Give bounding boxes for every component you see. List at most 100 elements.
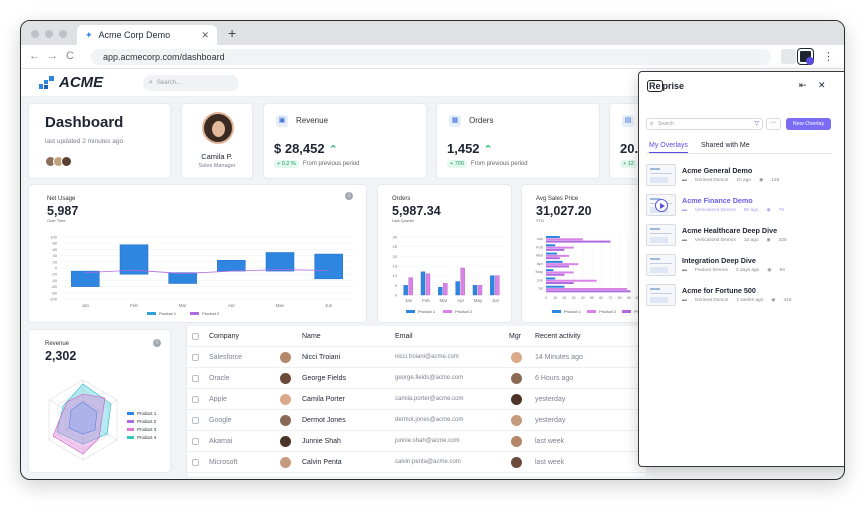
demo-list-item[interactable]: Acme General Demo ▬ General Demos 1h ago ◉ 12…	[646, 164, 836, 190]
row-checkbox[interactable]	[192, 417, 199, 424]
demo-thumbnail[interactable]	[646, 284, 676, 306]
legend-item: Product 2	[190, 311, 219, 316]
new-overlay-button[interactable]: New Overlay	[786, 118, 831, 130]
close-tab-icon[interactable]: ✕	[201, 30, 209, 41]
email-cell[interactable]: calvin.penta@acme.com	[395, 452, 461, 473]
demo-thumbnail[interactable]	[646, 194, 676, 216]
close-panel-icon[interactable]: ✕	[818, 80, 826, 91]
manager-avatar[interactable]	[511, 436, 522, 447]
name-cell[interactable]: Dermot Jones	[302, 410, 346, 431]
avatar[interactable]	[280, 457, 291, 468]
company-cell: Akamai	[209, 438, 233, 445]
column-header[interactable]: Recent activity	[535, 326, 581, 347]
manager-avatar[interactable]	[511, 352, 522, 363]
profile-avatar[interactable]	[202, 112, 234, 144]
column-header[interactable]: Name	[302, 326, 321, 347]
overlay-search-input[interactable]: ⌕ Search ▽	[646, 118, 763, 130]
tab-shared-with-me[interactable]: Shared with Me	[701, 142, 750, 149]
row-checkbox[interactable]	[192, 459, 199, 466]
last-updated-text: last updated 2 minutes ago	[45, 138, 124, 145]
email-cell[interactable]: george.fields@acme.com	[395, 368, 463, 389]
avatar[interactable]	[280, 394, 291, 405]
legend-item: Product 3	[127, 426, 156, 434]
acme-logo[interactable]: ACME	[39, 74, 103, 91]
forward-icon[interactable]: →	[47, 50, 58, 62]
avatar[interactable]	[280, 436, 291, 447]
row-checkbox[interactable]	[192, 396, 199, 403]
bar	[546, 269, 554, 272]
dock-left-icon[interactable]: ⇤	[799, 80, 807, 91]
demo-thumbnail[interactable]	[646, 254, 676, 276]
demo-list-item[interactable]: Acme for Fortune 500 ▬ General Demos 1 week…	[646, 284, 836, 310]
table-row[interactable]: Oracle George Fields george.fields@acme.co…	[187, 368, 646, 389]
email-cell[interactable]: junnie.shah@acme.com	[395, 431, 459, 452]
column-header[interactable]: Company	[209, 326, 239, 347]
x-tick-label: Feb	[422, 298, 430, 303]
back-icon[interactable]: ←	[29, 50, 40, 62]
extension-icon[interactable]	[781, 49, 796, 64]
reload-icon[interactable]: C	[66, 50, 74, 62]
column-header[interactable]: Email	[395, 326, 413, 347]
table-row[interactable]: Google Dermot Jones dermot.jones@acme.com y…	[187, 410, 646, 431]
row-checkbox[interactable]	[192, 375, 199, 382]
avatar[interactable]	[61, 156, 72, 167]
folder-icon: ▬	[682, 208, 687, 213]
avatar[interactable]	[280, 415, 291, 426]
column-header[interactable]: Mgr	[509, 326, 521, 347]
name-cell[interactable]: Nicci Troiani	[302, 347, 340, 368]
close-window-button[interactable]	[31, 30, 39, 38]
kpi-footer: + 700 From previous period	[447, 160, 528, 168]
app-search-input[interactable]: ⌕ Search...	[143, 75, 239, 91]
table-row[interactable]: Akamai Junnie Shah junnie.shah@acme.com las…	[187, 431, 646, 452]
demo-title[interactable]: Acme Healthcare Deep Dive	[682, 226, 777, 235]
select-all-checkbox[interactable]	[192, 333, 199, 340]
manager-avatar[interactable]	[511, 373, 522, 384]
reprise-extension-icon[interactable]	[798, 49, 814, 65]
row-checkbox[interactable]	[192, 438, 199, 445]
avatar[interactable]	[280, 373, 291, 384]
folder-icon: ▬	[682, 298, 687, 303]
demo-list-item[interactable]: Acme Healthcare Deep Dive ▬ Verticalized D…	[646, 224, 836, 250]
name-cell[interactable]: Calvin Penta	[302, 452, 342, 473]
email-cell[interactable]: dermot.jones@acme.com	[395, 410, 463, 431]
filter-icon[interactable]: ▽	[754, 119, 759, 129]
avatar[interactable]	[280, 352, 291, 363]
demo-thumbnail[interactable]	[646, 164, 676, 186]
table-row[interactable]: Microsoft Calvin Penta calvin.penta@acme.c…	[187, 452, 646, 473]
more-options-button[interactable]: ···	[766, 118, 781, 130]
name-cell[interactable]: Camila Porter	[302, 389, 345, 410]
y-tick-label: 20	[393, 254, 398, 259]
manager-avatar[interactable]	[511, 394, 522, 405]
info-icon[interactable]: i	[345, 192, 353, 200]
table-row[interactable]: Apple Camila Porter camila.porter@acme.com…	[187, 389, 646, 410]
play-icon[interactable]	[655, 199, 668, 212]
demo-title[interactable]: Acme General Demo	[682, 166, 752, 175]
demo-title[interactable]: Acme for Fortune 500	[682, 286, 756, 295]
demo-list-item[interactable]: Integration Deep Dive ▬ Feature Demos 3 day…	[646, 254, 836, 280]
email-cell[interactable]: camila.porter@acme.com	[395, 389, 463, 410]
manager-avatar[interactable]	[511, 415, 522, 426]
name-cell[interactable]: George Fields	[302, 368, 346, 389]
demo-title[interactable]: Acme Finance Demo	[682, 196, 753, 205]
row-checkbox[interactable]	[192, 354, 199, 361]
demo-thumbnail[interactable]	[646, 224, 676, 246]
chart-title: Revenue	[45, 341, 70, 347]
demo-list-item[interactable]: Acme Finance Demo ▬ Verticalized Demos 8h a…	[646, 194, 836, 220]
name-cell[interactable]: Junnie Shah	[302, 431, 341, 452]
browser-menu-icon[interactable]: ⋮	[823, 50, 834, 63]
new-tab-button[interactable]: +	[228, 25, 236, 41]
manager-avatar[interactable]	[511, 457, 522, 468]
y-tick-label: 20	[53, 259, 58, 264]
minimize-window-button[interactable]	[45, 30, 53, 38]
url-field[interactable]: app.acmecorp.com/dashboard	[91, 49, 771, 65]
browser-tab[interactable]: ✦ Acme Corp Demo ✕	[77, 25, 217, 45]
table-row[interactable]: Salesforce Nicci Troiani nicci.troiani@acm…	[187, 347, 646, 368]
info-icon[interactable]: i	[153, 339, 161, 347]
profile-role: Sales Manager	[198, 163, 236, 169]
kpi-card-revenue: ▣ Revenue $ 28,452 ⌃ + 0.2 % From previous…	[263, 103, 427, 179]
bar	[472, 285, 478, 296]
maximize-window-button[interactable]	[59, 30, 67, 38]
y-tick-label: -20	[51, 272, 58, 277]
email-cell[interactable]: nicci.troiani@acme.com	[395, 347, 459, 368]
demo-title[interactable]: Integration Deep Dive	[682, 256, 756, 265]
